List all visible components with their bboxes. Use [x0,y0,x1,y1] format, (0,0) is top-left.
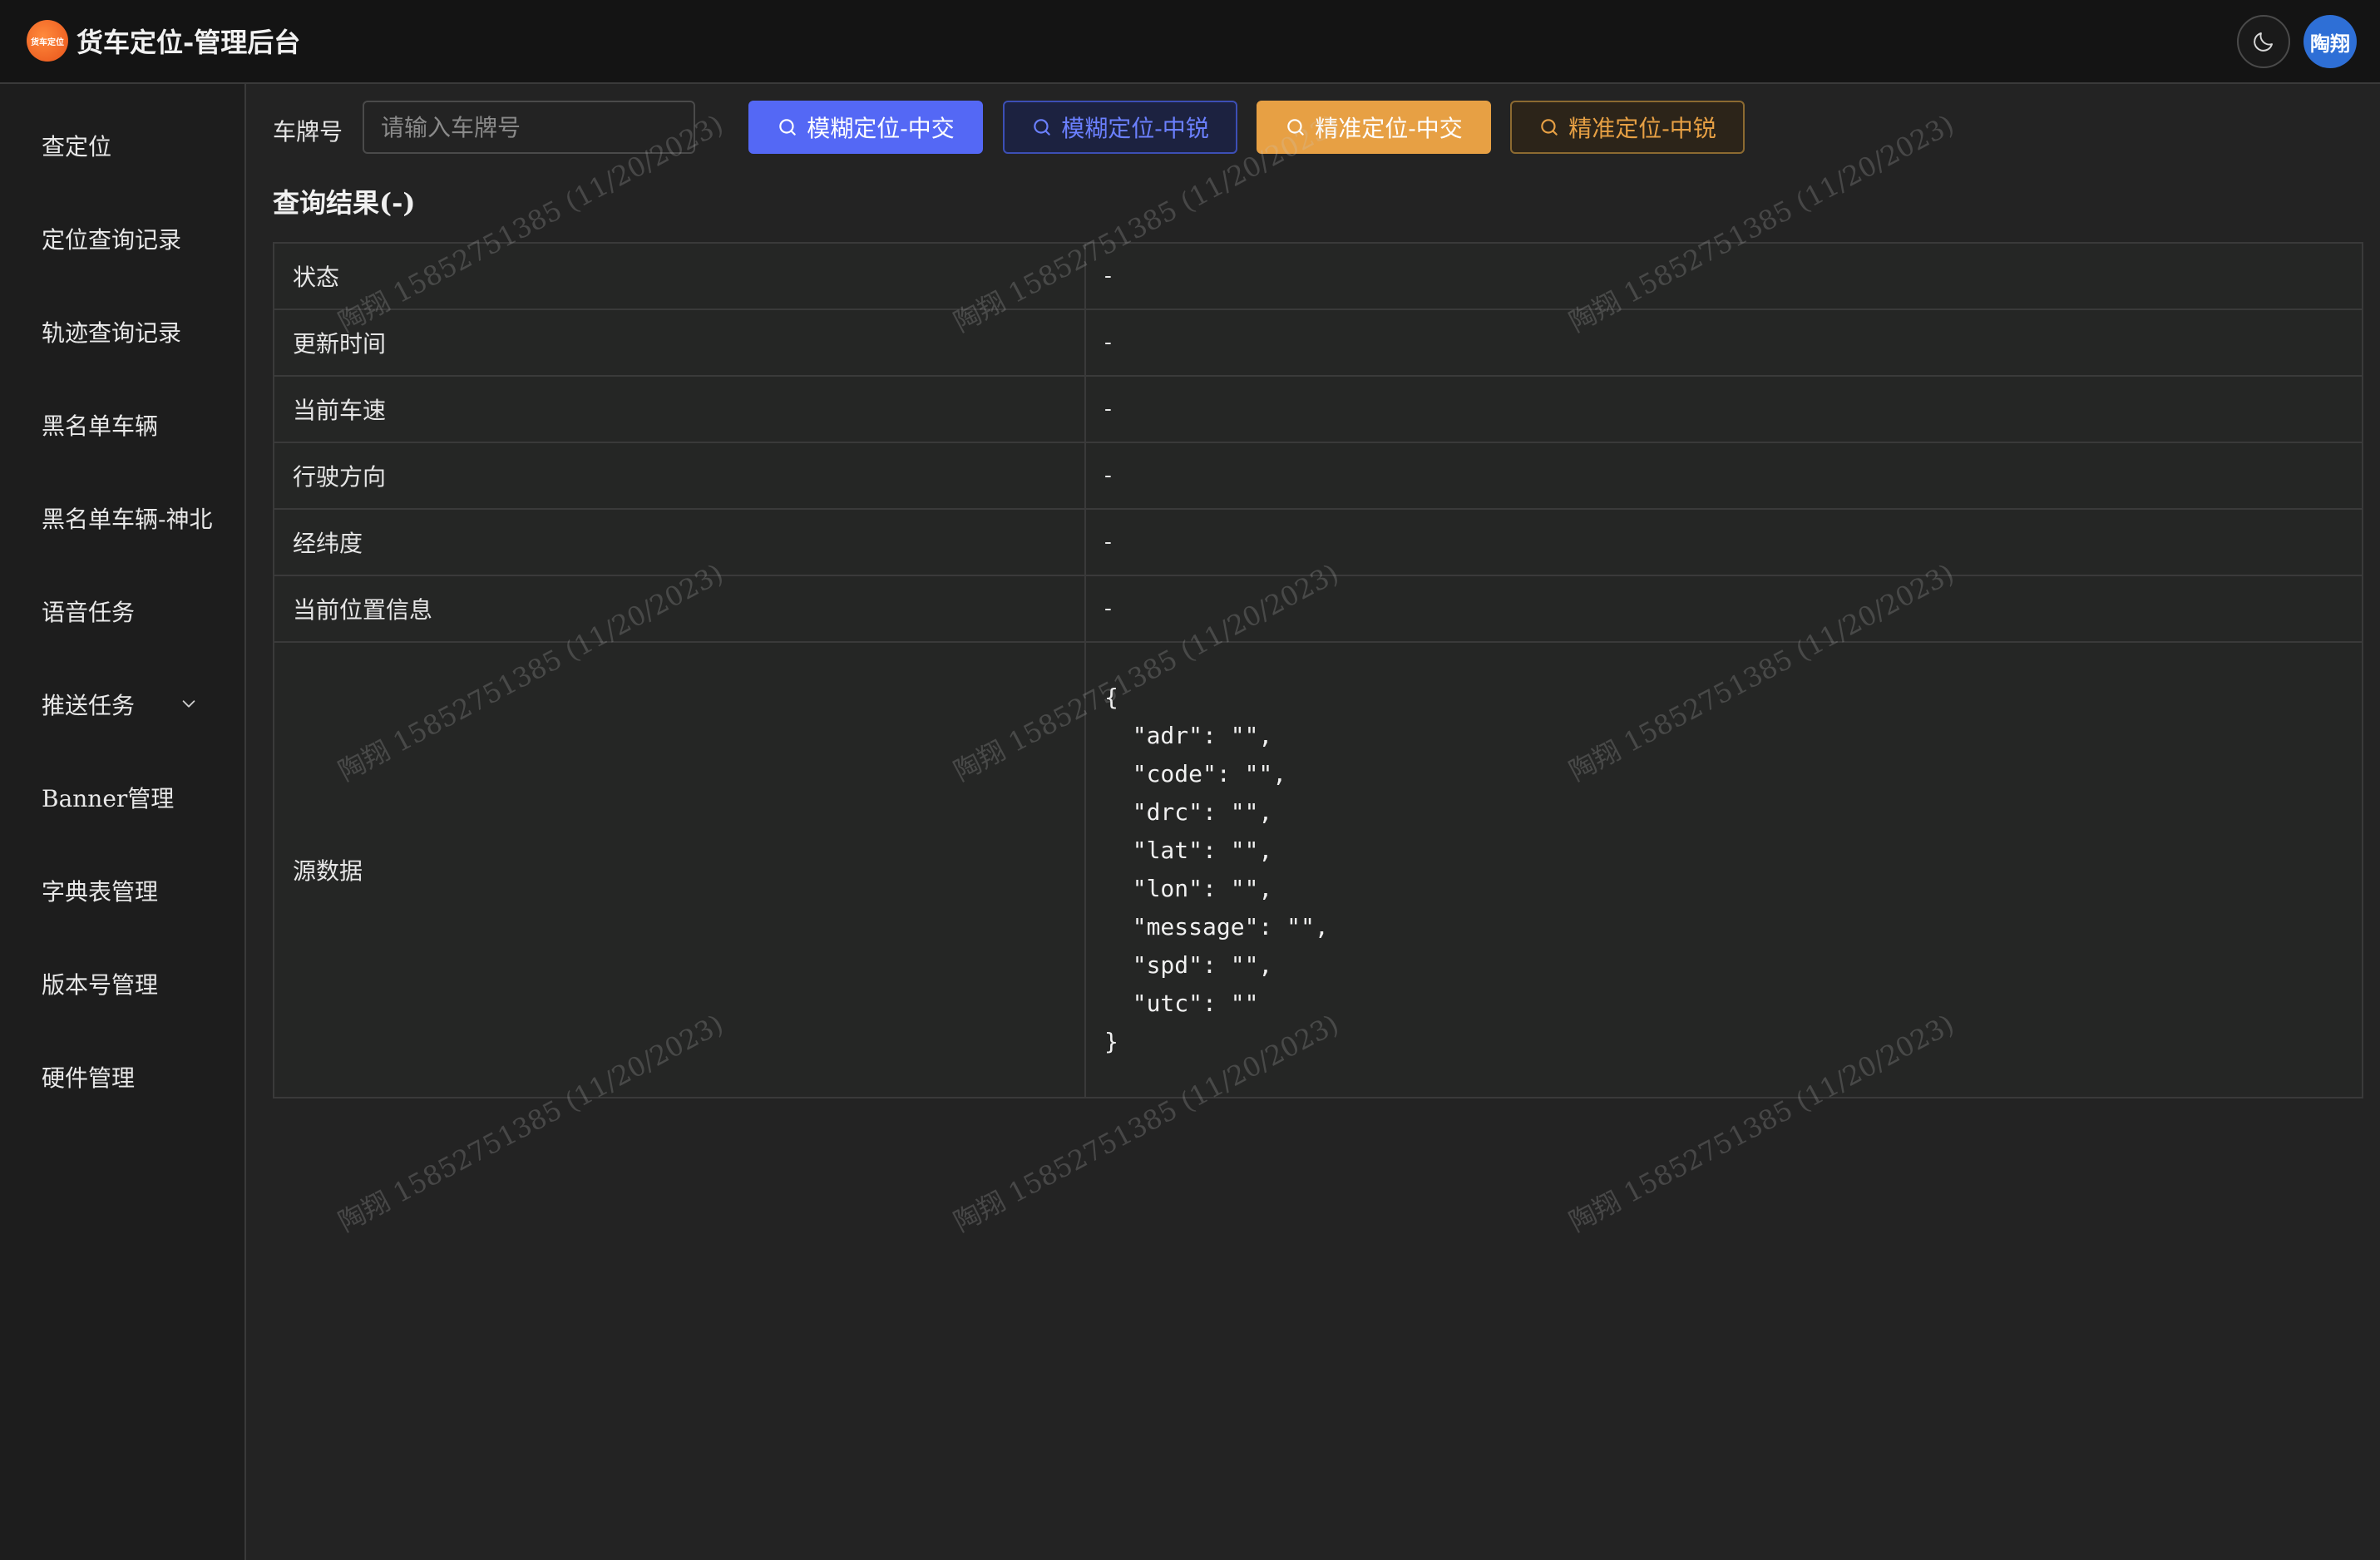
sidebar-item-blacklist[interactable]: 黑名单车辆 [0,385,244,465]
table-row: 状态 - [274,244,2362,310]
sidebar-item-label: 硬件管理 [42,1064,136,1092]
sidebar-item-voice-tasks[interactable]: 语音任务 [0,571,244,651]
button-label: 模糊定位-中交 [807,115,955,142]
table-row: 行驶方向 - [274,443,2362,510]
search-icon [779,119,797,136]
sidebar-item-label: 定位查询记录 [42,226,182,254]
sidebar-item-blacklist-shenbei[interactable]: 黑名单车辆-神北 [0,478,244,558]
row-value-update-time: - [1104,330,1112,355]
row-value-location: - [1104,596,1112,621]
theme-toggle-button[interactable] [2237,15,2290,68]
sidebar-item-label: 字典表管理 [42,878,159,906]
row-label-status: 状态 [274,244,1086,309]
row-label-coordinates: 经纬度 [274,510,1086,575]
button-label: 精准定位-中交 [1315,115,1463,142]
sidebar-item-track-records[interactable]: 轨迹查询记录 [0,292,244,372]
chevron-down-icon [182,700,195,708]
row-label-source-data: 源数据 [274,643,1086,1097]
row-label-speed: 当前车速 [274,377,1086,442]
sidebar-item-dictionary[interactable]: 字典表管理 [0,851,244,931]
sidebar-item-hardware[interactable]: 硬件管理 [0,1037,244,1117]
button-label: 精准定位-中锐 [1568,115,1716,142]
sidebar-item-label: 推送任务 [42,692,136,719]
table-row: 经纬度 - [274,510,2362,576]
table-row: 更新时间 - [274,310,2362,377]
table-row: 源数据 { "adr": "", "code": "", "drc": "", … [274,643,2362,1097]
row-label-update-time: 更新时间 [274,310,1086,375]
row-label-direction: 行驶方向 [274,443,1086,508]
source-json-block: { "adr": "", "code": "", "drc": "", "lat… [1104,684,1329,1055]
sidebar-item-banner[interactable]: Banner管理 [0,758,244,837]
search-icon [1287,119,1305,136]
row-label-location: 当前位置信息 [274,576,1086,641]
plate-number-input[interactable] [363,101,695,154]
table-row: 当前位置信息 - [274,576,2362,643]
search-icon [1541,119,1558,136]
app-title: 货车定位-管理后台 [77,27,301,58]
logo-text: 货车定位 [31,37,64,47]
sidebar-item-label: 轨迹查询记录 [42,319,182,347]
sidebar-item-version[interactable]: 版本号管理 [0,944,244,1024]
sidebar-item-label: Banner管理 [42,785,175,812]
plate-number-label: 车牌号 [273,118,343,146]
app-root: 货车定位 货车定位-管理后台 陶翔 查定位 定位查询记录 轨迹查询记录 黑名单车… [0,0,2380,1560]
sidebar-item-push-tasks[interactable]: 推送任务 [0,664,244,744]
result-table: 状态 - 更新时间 - 当前车速 - 行驶方向 - 经纬度 - 当前位置信息 - [273,242,2363,1098]
row-value-source-data: { "adr": "", "code": "", "drc": "", "lat… [1086,643,2362,1097]
row-value-direction: - [1104,463,1112,488]
sidebar-item-label: 查定位 [42,133,112,160]
precise-locate-zhongjiao-button[interactable]: 精准定位-中交 [1257,101,1491,154]
sidebar-item-locate-records[interactable]: 定位查询记录 [0,199,244,279]
main-content: 车牌号 模糊定位-中交 模糊定位-中锐 精准定位-中交 [248,84,2380,1560]
button-label: 模糊定位-中锐 [1061,115,1209,142]
fuzzy-locate-zhongrui-button[interactable]: 模糊定位-中锐 [1003,101,1237,154]
table-row: 当前车速 - [274,377,2362,443]
top-header: 货车定位 货车定位-管理后台 陶翔 [0,0,2380,84]
user-avatar[interactable]: 陶翔 [2303,15,2357,68]
search-icon [1034,119,1051,136]
sidebar-item-label: 语音任务 [42,599,136,626]
sidebar-item-label: 版本号管理 [42,971,159,999]
avatar-text: 陶翔 [2310,31,2350,56]
moon-icon [2254,32,2273,52]
precise-locate-zhongrui-button[interactable]: 精准定位-中锐 [1510,101,1745,154]
sidebar-item-locate[interactable]: 查定位 [0,106,244,185]
app-logo: 货车定位 [27,20,68,62]
result-title: 查询结果(-) [273,187,416,219]
sidebar-item-label: 黑名单车辆 [42,412,159,440]
sidebar-item-label: 黑名单车辆-神北 [42,506,213,533]
row-value-status: - [1104,264,1112,289]
row-value-coordinates: - [1104,530,1112,555]
fuzzy-locate-zhongjiao-button[interactable]: 模糊定位-中交 [748,101,983,154]
row-value-speed: - [1104,397,1112,422]
sidebar-menu: 查定位 定位查询记录 轨迹查询记录 黑名单车辆 黑名单车辆-神北 语音任务 推送… [0,84,246,1560]
